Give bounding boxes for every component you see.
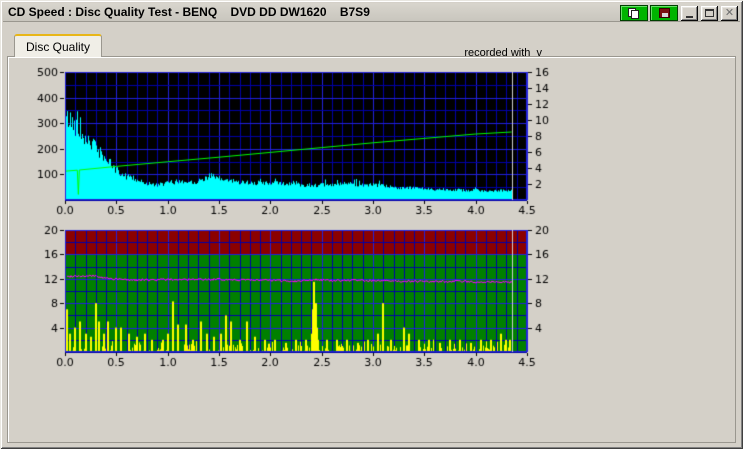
tab-disc-quality[interactable]: Disc Quality: [14, 34, 102, 57]
minimize-icon: [686, 15, 693, 18]
maximize-button[interactable]: [701, 5, 718, 21]
title-bar: CD Speed : Disc Quality Test - BENQ DVD …: [3, 3, 740, 22]
save-button[interactable]: [650, 5, 678, 21]
disc-quality-charts: [20, 56, 555, 370]
app-window: CD Speed : Disc Quality Test - BENQ DVD …: [0, 0, 743, 449]
minimize-button[interactable]: [681, 5, 698, 21]
close-icon: ✕: [724, 6, 735, 19]
window-title: CD Speed : Disc Quality Test - BENQ DVD …: [8, 5, 370, 19]
close-button[interactable]: ✕: [721, 5, 738, 21]
copy-icon: [628, 7, 640, 19]
tab-label: Disc Quality: [25, 39, 90, 54]
recorded-with-label: recorded with v: [464, 47, 542, 59]
maximize-icon: [705, 9, 714, 17]
titlebar-buttons: ✕: [620, 5, 738, 21]
save-icon: [658, 8, 670, 18]
copy-button[interactable]: [620, 5, 648, 21]
